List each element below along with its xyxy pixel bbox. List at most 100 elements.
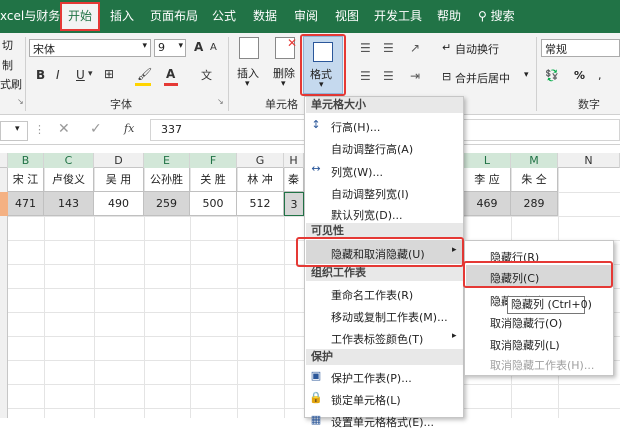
wrap-text-button[interactable]: 自动换行 (455, 41, 499, 57)
borders-icon[interactable]: ⊞ (104, 67, 114, 81)
tab-home[interactable]: 开始 (60, 2, 101, 31)
active-cell[interactable]: 3 (284, 192, 304, 216)
comma-style-button[interactable]: , (598, 69, 602, 82)
table-cell[interactable]: 公孙胜 (144, 168, 190, 192)
column-header[interactable]: D (94, 153, 144, 168)
orientation-icon[interactable]: ↗ (410, 41, 420, 55)
tab-review[interactable]: 审阅 (294, 0, 318, 33)
submenu-item-unhide-columns[interactable]: 取消隐藏列(L) (490, 337, 560, 353)
column-header[interactable]: B (8, 153, 44, 168)
tab-page-layout[interactable]: 页面布局 (150, 0, 198, 33)
name-box[interactable]: ▾ (0, 121, 28, 141)
tab-insert[interactable]: 插入 (110, 0, 134, 33)
menu-item-row-height[interactable]: 行高(H)... (331, 119, 380, 135)
dialog-launcher-icon[interactable]: ↘ (217, 97, 224, 106)
table-cell[interactable]: 吴 用 (94, 168, 144, 192)
tab-view[interactable]: 视图 (335, 0, 359, 33)
chevron-down-icon[interactable]: ▾ (524, 70, 529, 80)
cells-group-label: 单元格 (265, 98, 298, 111)
font-size-combo[interactable]: 9 ▾ (154, 39, 186, 57)
phonetic-icon[interactable]: 文 (201, 67, 212, 83)
dialog-launcher-icon[interactable]: ↘ (17, 97, 24, 106)
chevron-right-icon: ▸ (452, 331, 457, 341)
tab-formulas[interactable]: 公式 (212, 0, 236, 33)
table-cell[interactable]: 关 胜 (190, 168, 237, 192)
bold-button[interactable]: B (36, 68, 45, 82)
table-cell[interactable]: 李 应 (464, 168, 511, 192)
align-center-icon[interactable]: ☰ (383, 69, 394, 83)
column-header[interactable]: M (511, 153, 558, 168)
underline-button[interactable]: U (76, 68, 85, 82)
menu-item-column-width[interactable]: 列宽(W)... (331, 164, 383, 180)
tab-help[interactable]: 帮助 (437, 0, 461, 33)
indent-icon[interactable]: ⇥ (410, 69, 420, 83)
table-cell[interactable]: 宋 江 (8, 168, 44, 192)
table-cell[interactable]: 秦 (284, 168, 304, 192)
menu-item-autofit-row[interactable]: 自动调整行高(A) (331, 141, 413, 157)
font-color-swatch (164, 83, 178, 86)
font-color-icon[interactable]: A (166, 67, 175, 81)
table-cell[interactable]: 143 (44, 192, 94, 216)
menu-item-move-copy-sheet[interactable]: 移动或复制工作表(M)... (331, 309, 448, 325)
column-header[interactable]: L (464, 153, 511, 168)
menu-item-rename-sheet[interactable]: 重命名工作表(R) (331, 287, 413, 303)
insert-function-button[interactable]: fx (124, 122, 134, 135)
menu-item-autofit-column[interactable]: 自动调整列宽(I) (331, 186, 409, 202)
column-header[interactable]: E (144, 153, 190, 168)
tab-developer[interactable]: 开发工具 (374, 0, 422, 33)
fill-color-swatch (135, 83, 151, 86)
tab-excel-finance[interactable]: xcel与财务 (0, 0, 60, 33)
menu-item-protect-sheet[interactable]: 保护工作表(P)... (331, 370, 412, 386)
table-cell[interactable]: 471 (8, 192, 44, 216)
column-header[interactable]: G (237, 153, 284, 168)
fill-color-icon[interactable]: 🖌 (137, 67, 152, 81)
chevron-down-icon: ▾ (15, 124, 20, 134)
table-cell[interactable]: 朱 仝 (511, 168, 558, 192)
table-cell[interactable]: 卢俊义 (44, 168, 94, 192)
column-header[interactable]: F (190, 153, 237, 168)
menu-item-format-cells[interactable]: 设置单元格格式(E)... (331, 414, 434, 430)
number-format-combo[interactable]: 常规 (541, 39, 620, 57)
table-cell[interactable]: 512 (237, 192, 284, 216)
format-painter-button[interactable]: 式刷 (0, 76, 22, 92)
chevron-down-icon[interactable]: ▾ (88, 69, 93, 79)
align-middle-icon[interactable]: ☰ (383, 41, 394, 55)
grow-font-button[interactable]: A (194, 40, 203, 54)
search-box[interactable]: ⚲ 搜索 (478, 0, 515, 33)
row-height-icon: ↕ (311, 118, 321, 131)
menu-section-organize: 组织工作表 (306, 265, 463, 281)
font-name-combo[interactable]: 宋体 ▾ (29, 39, 151, 57)
merge-center-button[interactable]: 合并后居中 (455, 70, 510, 86)
italic-button[interactable]: I (56, 68, 60, 82)
column-header[interactable]: N (558, 153, 620, 168)
table-cell[interactable]: 林 冲 (237, 168, 284, 192)
table-cell[interactable]: 490 (94, 192, 144, 216)
submenu-item-unhide-rows[interactable]: 取消隐藏行(O) (490, 315, 562, 331)
delete-x-icon: ✕ (287, 36, 298, 50)
cancel-icon[interactable]: ✕ (58, 121, 70, 137)
table-cell[interactable]: 289 (511, 192, 558, 216)
hide-unhide-highlight (296, 237, 464, 267)
align-top-icon[interactable]: ☰ (360, 41, 371, 55)
enter-icon[interactable]: ✓ (90, 121, 102, 137)
copy-button[interactable]: 制 (2, 57, 13, 73)
cut-button[interactable]: 切 (2, 37, 13, 53)
menu-item-tab-color[interactable]: 工作表标签颜色(T) (331, 331, 423, 347)
menu-item-default-width[interactable]: 默认列宽(D)... (331, 207, 403, 223)
column-header[interactable]: C (44, 153, 94, 168)
row-header-selected[interactable] (0, 192, 8, 216)
menu-item-lock-cell[interactable]: 锁定单元格(L) (331, 392, 401, 408)
shrink-font-button[interactable]: A (210, 42, 217, 53)
align-left-icon[interactable]: ☰ (360, 69, 371, 83)
table-cell[interactable]: 469 (464, 192, 511, 216)
insert-cells-icon[interactable] (239, 37, 259, 59)
table-cell[interactable]: 500 (190, 192, 237, 216)
table-cell[interactable]: 259 (144, 192, 190, 216)
chevron-down-icon: ▾ (142, 41, 147, 51)
tooltip: 隐藏列 (Ctrl+0) (507, 296, 592, 314)
currency-format-icon[interactable]: 💱 (545, 69, 559, 82)
column-width-icon: ↔ (311, 162, 321, 175)
tab-data[interactable]: 数据 (253, 0, 277, 33)
percent-button[interactable]: % (574, 69, 585, 82)
column-header[interactable]: H (284, 153, 304, 168)
